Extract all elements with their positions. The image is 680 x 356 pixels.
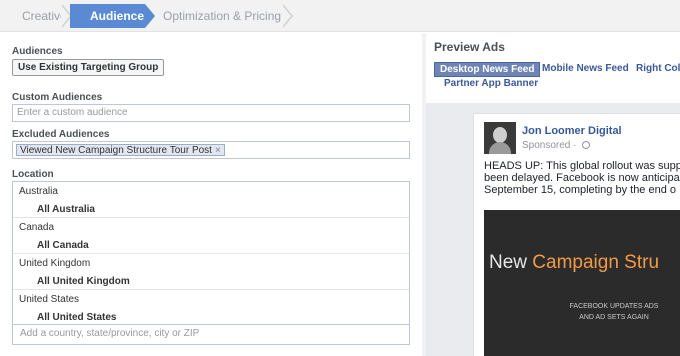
location-row[interactable]: Canada All Canada	[13, 218, 409, 254]
custom-audience-input[interactable]: Enter a custom audience	[12, 104, 410, 122]
preview-ads-title: Preview Ads	[434, 40, 505, 54]
post-image-subtitle: FACEBOOK UPDATES ADS AND AD SETS AGAIN	[554, 301, 674, 323]
location-country: United Kingdom	[19, 258, 91, 269]
location-scope: All United States	[37, 312, 117, 323]
tab-partner-app-banner[interactable]: Partner App Banner	[444, 78, 538, 89]
post-image-subtitle-line: AND AD SETS AGAIN	[579, 314, 649, 321]
post-text-line: been delayed. Facebook is now anticipa	[484, 172, 680, 184]
post-text: HEADS UP: This global rollout was supp b…	[484, 160, 680, 196]
avatar	[484, 122, 516, 154]
tab-desktop-news-feed[interactable]: Desktop News Feed	[434, 62, 541, 77]
step-navigation: Creative Audience Optimization & Pricing	[0, 0, 680, 32]
excluded-audience-token: Viewed New Campaign Structure Tour Post ×	[16, 144, 225, 156]
audiences-label: Audiences	[12, 46, 63, 57]
location-country: Australia	[19, 186, 58, 197]
location-input[interactable]: Add a country, state/province, city or Z…	[12, 325, 410, 345]
ad-preview-card: Jon Loomer Digital Sponsored · HEADS UP:…	[473, 113, 680, 356]
avatar-body-shape	[489, 142, 511, 154]
post-image[interactable]: New Campaign Stru FACEBOOK UPDATES ADS A…	[484, 210, 680, 356]
location-scope: All Canada	[37, 240, 89, 251]
step-creative[interactable]: Creative	[0, 4, 70, 28]
location-label: Location	[12, 169, 54, 180]
post-text-line: HEADS UP: This global rollout was supp	[484, 160, 680, 172]
sponsored-text: Sponsored ·	[522, 140, 580, 151]
location-scope: All United Kingdom	[37, 276, 130, 287]
globe-icon	[582, 141, 591, 149]
post-image-title: New Campaign Stru	[489, 252, 659, 274]
step-optimization-pricing[interactable]: Optimization & Pricing	[145, 4, 283, 28]
custom-audiences-label: Custom Audiences	[12, 92, 103, 103]
excluded-audiences-label: Excluded Audiences	[12, 129, 110, 140]
post-image-subtitle-line: FACEBOOK UPDATES ADS	[569, 303, 659, 310]
location-scope: All Australia	[37, 204, 95, 215]
page-name-link[interactable]: Jon Loomer Digital	[522, 125, 622, 137]
post-image-title-accent: Campaign Stru	[532, 252, 660, 273]
post-image-title-part: New	[489, 252, 533, 273]
tab-mobile-news-feed[interactable]: Mobile News Feed	[542, 63, 629, 74]
preview-ads-panel: Preview Ads Desktop News Feed Mobile New…	[426, 33, 680, 356]
audience-targeting-panel: Audiences Use Existing Targeting Group C…	[0, 33, 422, 356]
excluded-audience-input[interactable]: Viewed New Campaign Structure Tour Post ×	[12, 141, 410, 159]
token-label: Viewed New Campaign Structure Tour Post	[20, 145, 212, 156]
location-row[interactable]: United States All United States	[13, 290, 409, 326]
post-text-line: September 15, completing by the end o	[484, 184, 677, 196]
location-row[interactable]: United Kingdom All United Kingdom	[13, 254, 409, 290]
remove-token-icon[interactable]: ×	[215, 145, 221, 156]
location-list: Australia All Australia Canada All Canad…	[12, 181, 410, 326]
sponsored-label: Sponsored ·	[522, 140, 591, 151]
location-row[interactable]: Australia All Australia	[13, 182, 409, 218]
step-audience[interactable]: Audience	[70, 4, 155, 28]
use-existing-targeting-group-button[interactable]: Use Existing Targeting Group	[12, 59, 165, 76]
location-country: United States	[19, 294, 80, 305]
avatar-head-shape	[493, 127, 507, 143]
tab-right-column[interactable]: Right Colu	[636, 63, 680, 74]
location-country: Canada	[19, 222, 55, 233]
step-separator-chevron-icon	[282, 4, 293, 28]
